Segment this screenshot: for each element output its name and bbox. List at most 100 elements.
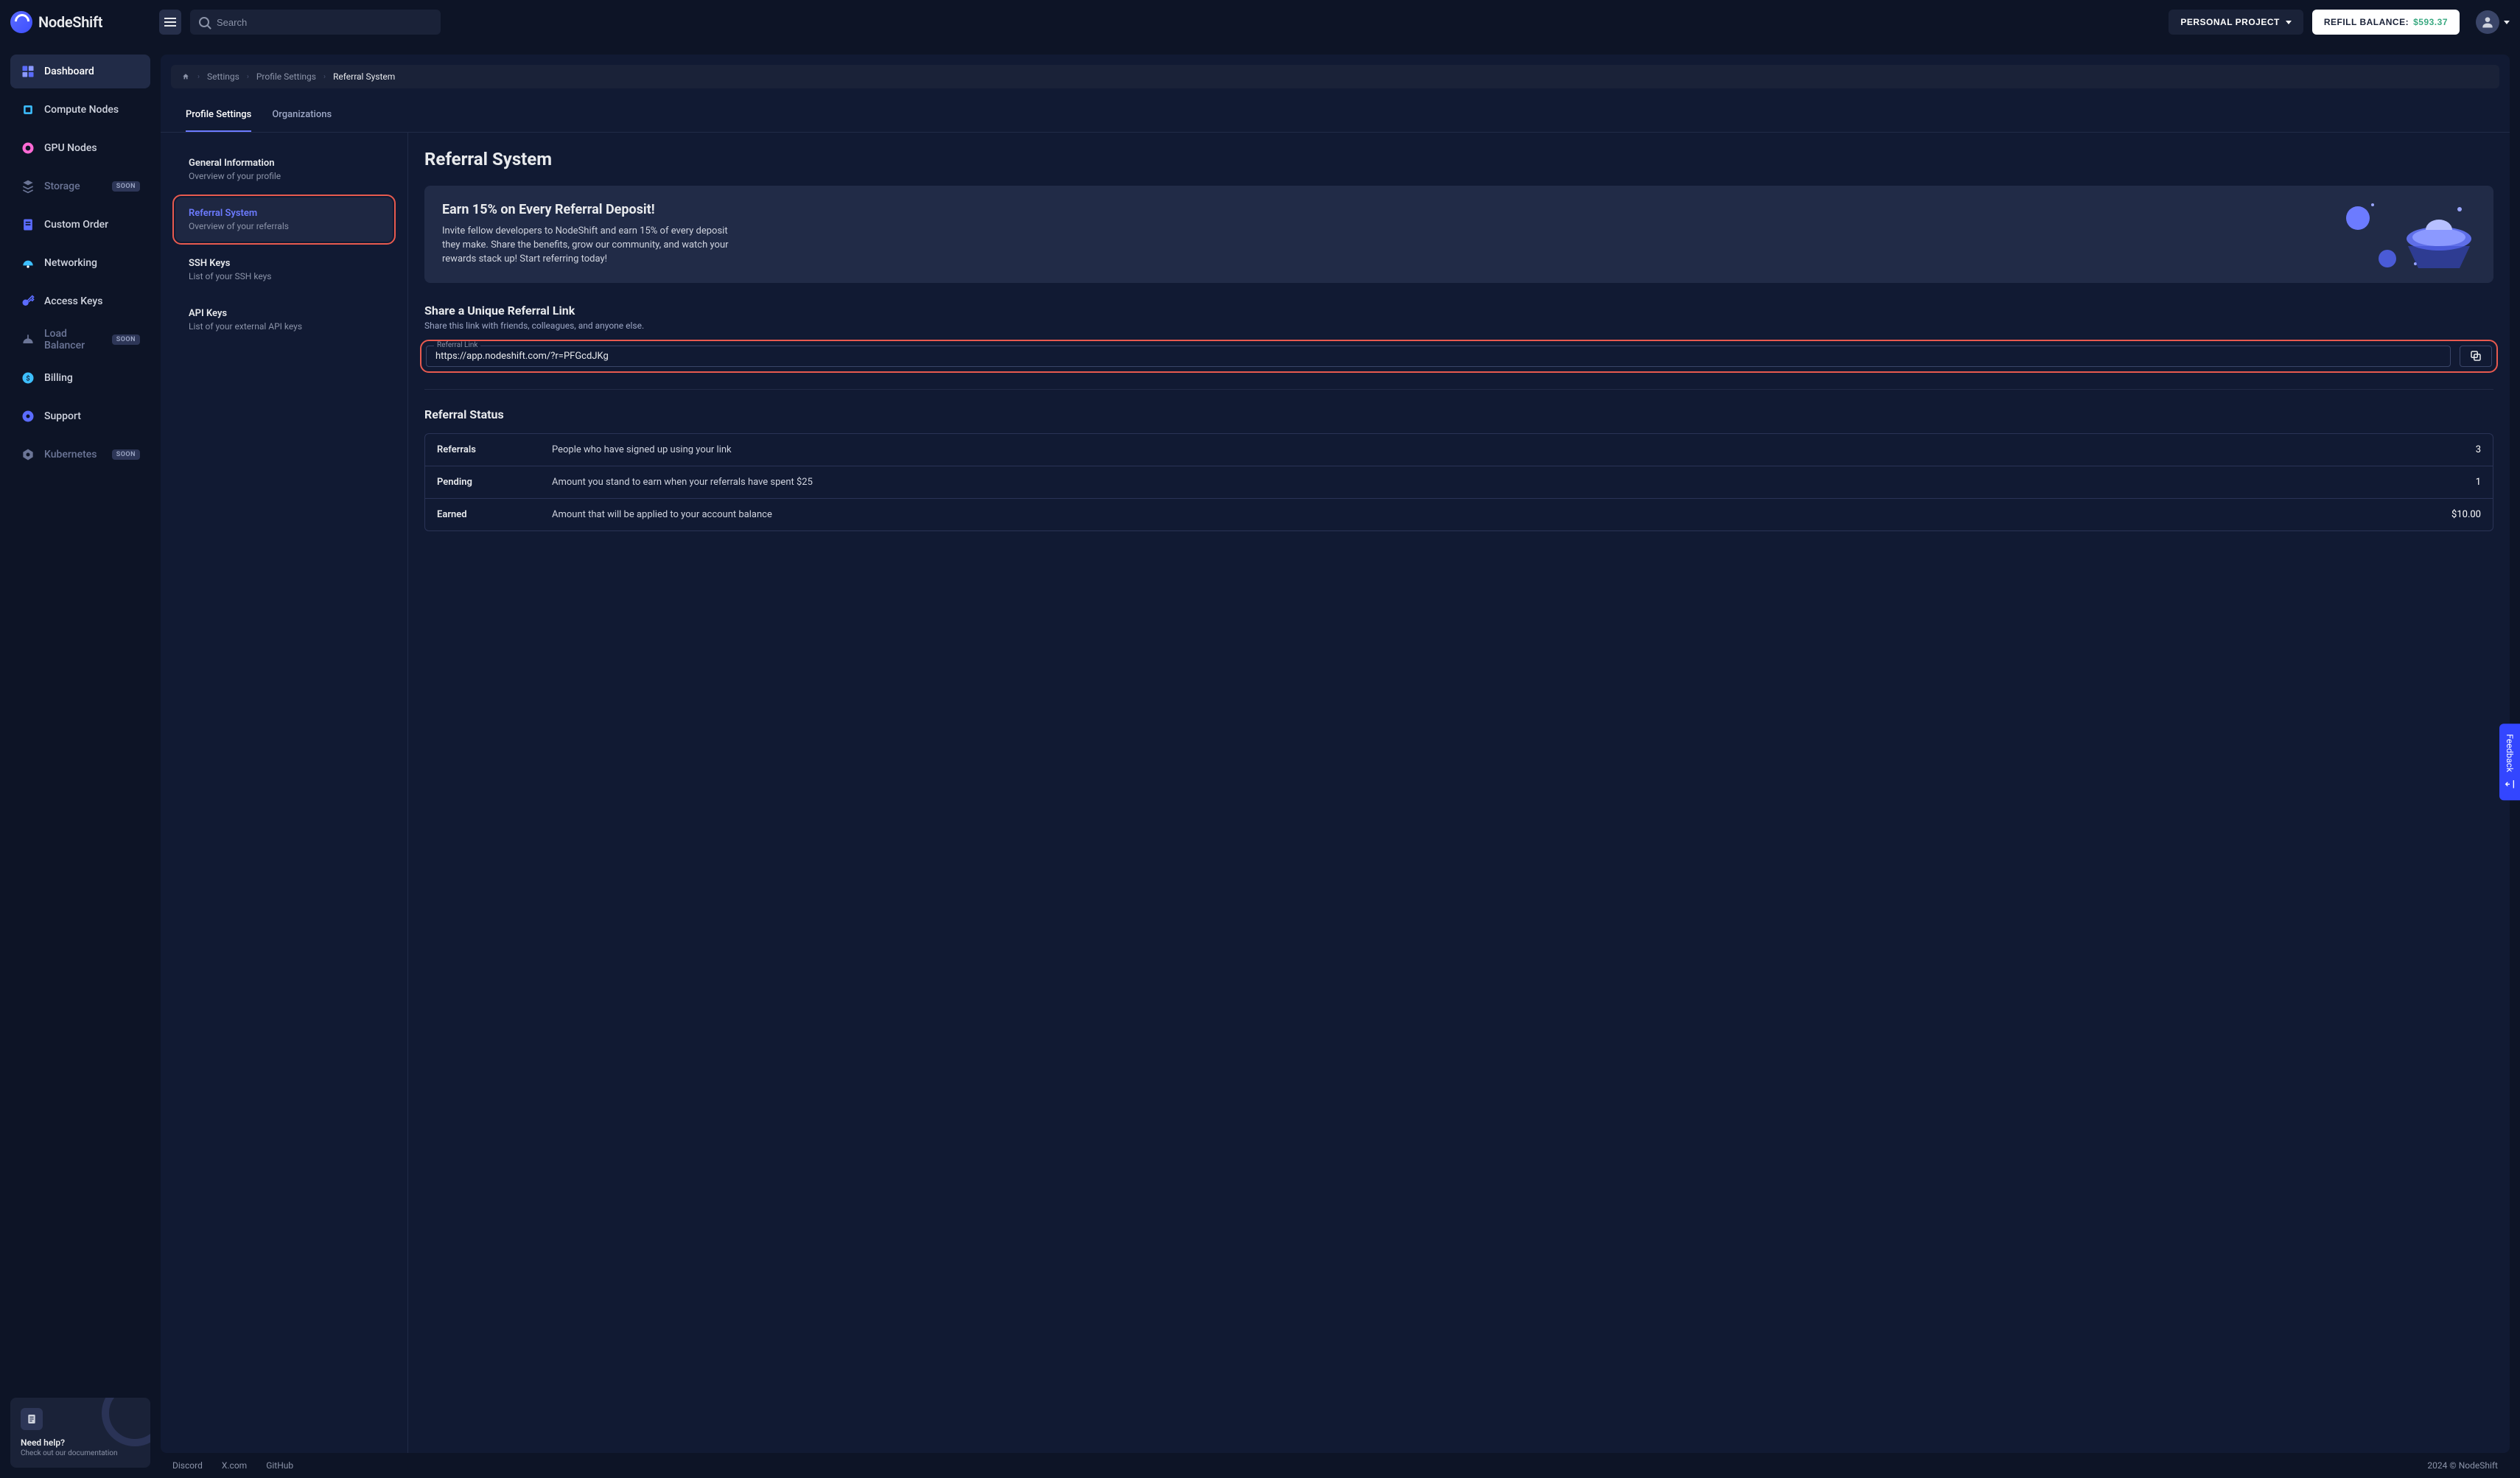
sidebar-toggle[interactable] [159, 10, 181, 35]
sidebar-item-access-keys[interactable]: Access Keys [10, 284, 150, 318]
help-sub: Check out our documentation [21, 1449, 140, 1457]
referral-link-row: Referral Link https://app.nodeshift.com/… [424, 344, 2493, 368]
status-label: Referrals [437, 444, 540, 455]
breadcrumb-settings[interactable]: Settings [207, 71, 239, 82]
subnav-sub: List of your SSH keys [189, 271, 379, 281]
subnav-sub: Overview of your referrals [189, 221, 379, 231]
lb-icon [21, 332, 35, 347]
tabs: Profile Settings Organizations [161, 99, 2510, 133]
status-desc: Amount you stand to earn when your refer… [552, 477, 2464, 488]
search-wrap [190, 10, 441, 35]
sidebar-item-billing[interactable]: $ Billing [10, 361, 150, 395]
sidebar-item-label: Load Balancer [44, 328, 103, 351]
billing-icon: $ [21, 371, 35, 385]
status-row: Pending Amount you stand to earn when you… [425, 466, 2493, 498]
feedback-button[interactable]: Feedback [2499, 724, 2520, 800]
menu-icon [164, 21, 176, 23]
sidebar-item-label: GPU Nodes [44, 142, 97, 154]
content: › Settings › Profile Settings › Referral… [161, 44, 2520, 1478]
sidebar-item-gpu-nodes[interactable]: GPU Nodes [10, 131, 150, 165]
tab-profile-settings[interactable]: Profile Settings [186, 99, 251, 132]
share-section-sub: Share this link with friends, colleagues… [424, 321, 2493, 331]
sidebar-item-label: Access Keys [44, 295, 102, 307]
custom-icon [21, 217, 35, 232]
sidebar-item-label: Support [44, 410, 81, 422]
referral-hero: Earn 15% on Every Referral Deposit! Invi… [424, 186, 2493, 283]
home-icon[interactable] [181, 73, 190, 80]
copy-icon [2469, 349, 2482, 363]
sidebar-item-label: Kubernetes [44, 449, 97, 460]
subnav-sub: Overview of your profile [189, 171, 379, 181]
subnav-title: API Keys [189, 308, 379, 319]
soon-badge: SOON [112, 449, 140, 460]
sidebar-item-label: Storage [44, 181, 80, 192]
soon-badge: SOON [112, 181, 140, 192]
brand-logo[interactable]: NodeShift [10, 11, 150, 33]
copyright: 2024 © NodeShift [2427, 1460, 2498, 1471]
referral-link-value: https://app.nodeshift.com/?r=PFGcdJKg [435, 351, 2441, 362]
footer-link-xcom[interactable]: X.com [222, 1460, 247, 1471]
breadcrumb: › Settings › Profile Settings › Referral… [171, 65, 2499, 88]
sidebar-item-label: Billing [44, 372, 73, 384]
refill-balance-button[interactable]: REFILL BALANCE: $593.37 [2312, 10, 2460, 35]
subnav-title: General Information [189, 158, 379, 169]
referral-link-field[interactable]: Referral Link https://app.nodeshift.com/… [426, 346, 2451, 367]
refill-amount: $593.37 [2413, 17, 2448, 27]
share-section-title: Share a Unique Referral Link [424, 304, 2493, 318]
compute-icon [21, 102, 35, 117]
tab-organizations[interactable]: Organizations [272, 99, 332, 132]
sidebar-item-dashboard[interactable]: Dashboard [10, 55, 150, 88]
status-label: Earned [437, 509, 540, 520]
page-title: Referral System [424, 149, 2493, 169]
footer-link-github[interactable]: GitHub [266, 1460, 293, 1471]
project-selector[interactable]: PERSONAL PROJECT [2169, 10, 2303, 35]
sidebar-item-label: Dashboard [44, 66, 94, 77]
k8s-icon [21, 447, 35, 462]
brand-name: NodeShift [38, 13, 102, 31]
refill-label: REFILL BALANCE: [2324, 17, 2409, 27]
sidebar-item-label: Networking [44, 257, 97, 269]
sidebar-item-support[interactable]: Support [10, 399, 150, 433]
footer: Discord X.com GitHub 2024 © NodeShift [161, 1453, 2510, 1478]
status-row: Earned Amount that will be applied to you… [425, 498, 2493, 530]
hero-title: Earn 15% on Every Referral Deposit! [442, 202, 2476, 217]
status-table: Referrals People who have signed up using… [424, 433, 2493, 531]
sidebar-item-networking[interactable]: Networking [10, 246, 150, 280]
chevron-right-icon: › [247, 73, 249, 81]
subnav-item-ssh-keys[interactable]: SSH Keys List of your SSH keys [175, 248, 393, 292]
avatar-icon [2476, 10, 2499, 34]
profile-subnav: General Information Overview of your prof… [161, 133, 408, 1453]
status-desc: Amount that will be applied to your acco… [552, 509, 2440, 520]
help-card[interactable]: Need help?Check out our documentation [10, 1398, 150, 1468]
sidebar-item-label: Custom Order [44, 219, 108, 231]
breadcrumb-profile-settings[interactable]: Profile Settings [256, 71, 316, 82]
status-label: Pending [437, 477, 540, 488]
referral-link-label: Referral Link [434, 341, 480, 349]
subnav-item-general-information[interactable]: General Information Overview of your prof… [175, 147, 393, 192]
status-value: 3 [2476, 444, 2481, 455]
search-icon [199, 17, 209, 27]
chevron-down-icon [2504, 21, 2510, 24]
user-menu[interactable] [2476, 10, 2510, 34]
storage-icon [21, 179, 35, 194]
subnav-title: Referral System [189, 208, 379, 219]
sidebar-item-load-balancer: Load BalancerSOON [10, 323, 150, 357]
doc-icon [21, 1408, 43, 1430]
status-desc: People who have signed up using your lin… [552, 444, 2464, 455]
main-panel: Referral System Earn 15% on Every Referr… [408, 133, 2510, 1453]
sidebar-item-storage: Storage SOON [10, 169, 150, 203]
subnav-title: SSH Keys [189, 258, 379, 269]
chevron-right-icon: › [197, 73, 200, 81]
subnav-item-api-keys[interactable]: API KeysList of your external API keys [175, 298, 393, 342]
status-value: $10.00 [2451, 509, 2481, 520]
gpu-icon [21, 141, 35, 155]
copy-link-button[interactable] [2460, 346, 2492, 367]
footer-link-discord[interactable]: Discord [172, 1460, 203, 1471]
subnav-item-referral-system[interactable]: Referral System Overview of your referral… [175, 197, 393, 242]
chevron-down-icon [2286, 21, 2292, 24]
search-input[interactable] [190, 10, 441, 35]
feedback-label: Feedback [2505, 734, 2515, 772]
sidebar-item-compute-nodes[interactable]: Compute Nodes [10, 93, 150, 127]
breadcrumb-current: Referral System [333, 71, 395, 82]
sidebar-item-custom-order[interactable]: Custom Order [10, 208, 150, 242]
